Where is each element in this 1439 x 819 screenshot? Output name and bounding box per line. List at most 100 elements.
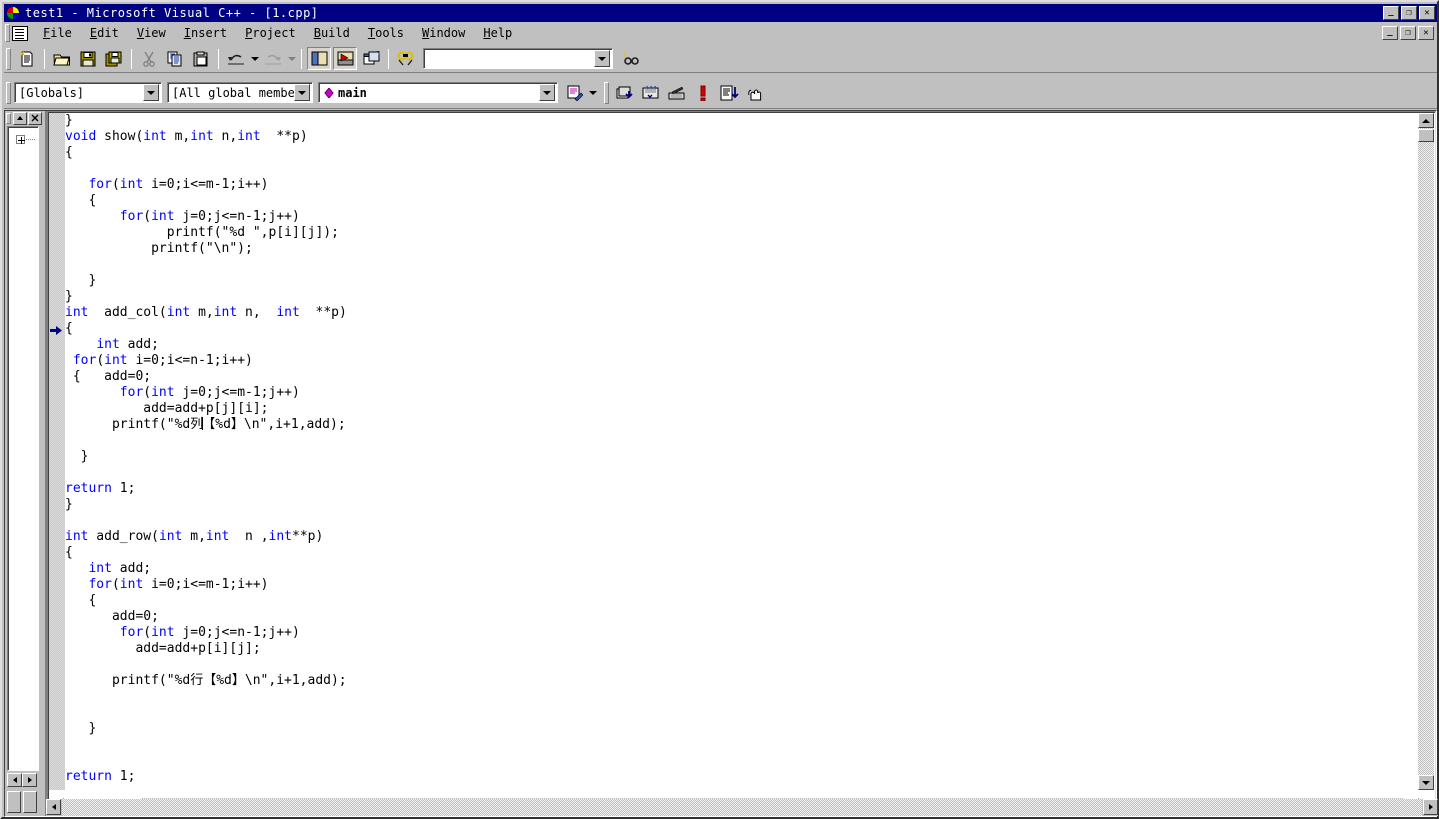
window-title: test1 - Microsoft Visual C++ - [1.cpp] — [25, 6, 319, 20]
standard-toolbar-grip[interactable] — [6, 47, 11, 70]
editor-vscroll-track[interactable] — [1418, 128, 1434, 775]
workspace-header — [5, 111, 45, 125]
member-combo[interactable]: main — [318, 82, 558, 103]
toolbar-separator — [388, 48, 389, 69]
mdi-close-icon: ✕ — [1423, 28, 1429, 38]
vc6-main-window: test1 - Microsoft Visual C++ - [1.cpp] _… — [0, 0, 1439, 819]
tree-root-node[interactable] — [16, 135, 36, 144]
workspace-scroll-right[interactable] — [22, 773, 37, 787]
find-combo-arrow[interactable] — [594, 50, 610, 67]
wizardbar-dropdown-arrow[interactable] — [587, 81, 598, 104]
mdi-horizontal-scrollbar[interactable] — [46, 799, 1438, 816]
workspace-tree[interactable] — [7, 126, 39, 771]
find-combo[interactable] — [423, 48, 613, 69]
editor-vertical-scrollbar[interactable] — [1418, 113, 1434, 790]
menu-item-insert[interactable]: Insert — [175, 24, 236, 42]
workspace-tabs — [7, 791, 39, 815]
undo-dropdown-arrow[interactable] — [249, 47, 260, 70]
workspace-scroll-left[interactable] — [7, 773, 22, 787]
menu-item-view[interactable]: View — [128, 24, 175, 42]
redo-dropdown-arrow[interactable] — [286, 47, 297, 70]
workspace-tab-classview[interactable] — [7, 791, 21, 813]
standard-toolbar: ? — [4, 45, 1437, 73]
mdi-minimize-button[interactable]: _ — [1382, 26, 1398, 40]
class-combo-value: [Globals] — [19, 85, 85, 100]
restore-button[interactable]: ❐ — [1401, 6, 1417, 20]
class-combo-arrow[interactable] — [143, 84, 159, 101]
wizardbar-toolbar: [Globals] [All global members main — [4, 77, 1437, 109]
stop-build-icon[interactable] — [665, 81, 689, 104]
menu-item-project[interactable]: Project — [236, 24, 305, 42]
close-icon: ✕ — [1424, 8, 1430, 18]
save-icon[interactable] — [76, 47, 100, 70]
workspace-grip[interactable] — [6, 112, 11, 124]
toolbar-separator — [218, 48, 219, 69]
restore-icon: ❐ — [1406, 8, 1412, 18]
workspace-toggle-icon[interactable] — [307, 47, 331, 70]
mdi-close-button[interactable]: ✕ — [1418, 26, 1434, 40]
filter-combo-arrow[interactable] — [294, 84, 310, 101]
scroll-up-arrow[interactable] — [1418, 113, 1434, 128]
source-code[interactable]: } void show(int m,int n,int **p) { for(i… — [65, 113, 1418, 785]
mdi-scroll-left-arrow[interactable] — [46, 799, 61, 815]
member-combo-arrow[interactable] — [539, 84, 555, 101]
member-combo-value: main — [338, 85, 367, 100]
build-icon[interactable] — [639, 81, 663, 104]
open-icon[interactable] — [50, 47, 74, 70]
member-function-icon — [324, 87, 334, 98]
window-list-icon[interactable] — [359, 47, 383, 70]
title-bar: test1 - Microsoft Visual C++ - [1.cpp] _… — [4, 4, 1437, 22]
filter-combo-value: [All global members — [172, 85, 294, 100]
mdi-hscroll-track[interactable] — [62, 799, 1422, 816]
editor-vscroll-thumb[interactable] — [1418, 129, 1434, 142]
workspace-close-icon[interactable] — [28, 111, 42, 125]
minimize-button[interactable]: _ — [1383, 6, 1399, 20]
find-input[interactable] — [424, 50, 594, 67]
vc-app-icon[interactable] — [5, 6, 21, 20]
editor-selection-margin[interactable] — [49, 113, 65, 790]
window-buttons: _ ❐ ✕ — [1383, 6, 1437, 20]
wizardbar-action-icon[interactable] — [562, 81, 586, 104]
menu-item-edit[interactable]: Edit — [81, 24, 128, 42]
compile-icon[interactable] — [613, 81, 637, 104]
new-text-file-icon[interactable] — [15, 47, 39, 70]
toolbar-separator — [131, 48, 132, 69]
cut-icon[interactable] — [137, 47, 161, 70]
workspace-hscrollbar[interactable] — [7, 773, 39, 788]
source-editor-window: } void show(int m,int n,int **p) { for(i… — [47, 111, 1436, 816]
output-toggle-icon[interactable] — [333, 47, 357, 70]
mdi-minimize-icon: _ — [1387, 27, 1393, 37]
toolbar-separator — [301, 48, 302, 69]
mdi-restore-icon: ❐ — [1405, 28, 1411, 38]
menu-item-build[interactable]: Build — [305, 24, 359, 42]
menu-item-help[interactable]: Help — [474, 24, 521, 42]
workspace-tab-fileview[interactable] — [23, 791, 37, 813]
mdi-restore-button[interactable]: ❐ — [1400, 26, 1416, 40]
menu-item-window[interactable]: Window — [413, 24, 474, 42]
insert-breakpoint-icon[interactable] — [743, 81, 767, 104]
menu-item-file[interactable]: File — [34, 24, 81, 42]
scroll-down-arrow[interactable] — [1418, 775, 1434, 790]
tree-expander-icon[interactable] — [16, 135, 25, 144]
mdi-scroll-right-arrow[interactable] — [1423, 799, 1438, 815]
find-in-files-icon[interactable] — [394, 47, 418, 70]
filter-combo[interactable]: [All global members — [167, 82, 313, 103]
save-all-icon[interactable] — [102, 47, 126, 70]
go-icon[interactable] — [717, 81, 741, 104]
wizardbar-grip[interactable] — [6, 81, 11, 104]
undo-icon[interactable] — [224, 47, 248, 70]
execute-program-icon[interactable] — [691, 81, 715, 104]
document-icon[interactable] — [12, 25, 28, 41]
minimize-icon: _ — [1388, 7, 1394, 17]
copy-icon[interactable] — [163, 47, 187, 70]
class-combo[interactable]: [Globals] — [14, 82, 162, 103]
find-help-icon[interactable]: ? — [619, 47, 643, 70]
paste-icon[interactable] — [189, 47, 213, 70]
code-text-area[interactable]: } void show(int m,int n,int **p) { for(i… — [65, 113, 1418, 790]
build-toolbar-grip[interactable] — [604, 81, 609, 104]
workspace-collapse-icon[interactable] — [13, 111, 27, 125]
menu-drag-grip[interactable] — [5, 24, 10, 42]
menu-item-tools[interactable]: Tools — [359, 24, 413, 42]
redo-icon[interactable] — [261, 47, 285, 70]
close-button[interactable]: ✕ — [1419, 6, 1435, 20]
